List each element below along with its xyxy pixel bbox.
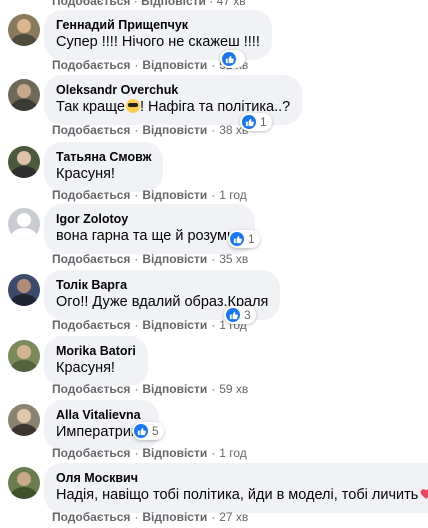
reply-link[interactable]: Відповісти — [141, 0, 206, 8]
comment-author[interactable]: Оля Москвич — [56, 470, 428, 486]
avatar[interactable] — [8, 274, 40, 306]
avatar[interactable] — [8, 79, 40, 111]
comment-author[interactable]: Morika Batori — [56, 343, 136, 359]
timestamp[interactable]: 1 год — [219, 188, 247, 202]
comment-actions: Подобається · Відповісти · 38 хв — [52, 123, 249, 137]
like-reaction-icon — [242, 115, 256, 129]
comment-actions: Подобається · Відповісти · 35 хв — [52, 252, 249, 266]
comment-author[interactable]: Igor Zolotoy — [56, 211, 243, 227]
reply-link[interactable]: Відповісти — [142, 188, 207, 202]
reaction-number: 5 — [152, 424, 159, 438]
comment-actions: Подобається · Відповісти · 1 год — [52, 446, 247, 460]
comment-actions: Подобається · Відповісти · 1 год — [52, 188, 247, 202]
comment-actions: Подобається · Відповісти · 59 хв — [52, 382, 249, 396]
comment-bubble: Оля Москвич Надія, навіщо тобі політика,… — [44, 463, 428, 513]
reply-link[interactable]: Відповісти — [142, 446, 207, 460]
comment-text: вона гарна та ще й розумна — [56, 228, 244, 244]
comment-actions: Подобається · Відповісти · 27 хв — [52, 510, 249, 524]
comment-bubble: Morika Batori Красуня! — [44, 336, 148, 386]
avatar[interactable] — [8, 14, 40, 46]
reaction-count[interactable]: 1 — [240, 113, 272, 131]
timestamp[interactable]: 27 хв — [219, 510, 248, 524]
comment-actions: Подобається · Відповісти · 1 год — [52, 318, 247, 332]
reply-link[interactable]: Відповісти — [142, 123, 207, 137]
reply-link[interactable]: Відповісти — [142, 252, 207, 266]
avatar[interactable] — [8, 467, 40, 499]
like-reaction-icon — [226, 308, 240, 322]
comment-author[interactable]: Геннадий Прищепчук — [56, 17, 260, 33]
timestamp[interactable]: 35 хв — [219, 252, 248, 266]
comment-bubble: Igor Zolotoy вона гарна та ще й розумна — [44, 204, 256, 254]
comment-bubble: Татьяна Смовж Красуня! — [44, 142, 164, 192]
like-link[interactable]: Подобається — [52, 58, 130, 72]
like-reaction-icon — [134, 424, 148, 438]
like-reaction-icon — [230, 232, 244, 246]
avatar[interactable] — [8, 146, 40, 178]
comment-actions: Подобається·Відповісти·52 хв — [52, 58, 248, 72]
heart-emoji-icon — [420, 487, 428, 499]
timestamp[interactable]: 47 хв — [217, 0, 246, 8]
avatar[interactable] — [8, 404, 40, 436]
timestamp[interactable]: 59 хв — [219, 382, 248, 396]
timestamp[interactable]: 1 год — [219, 446, 247, 460]
comment-text: Красуня! — [56, 166, 115, 182]
previous-comment-actions: Подобається · Відповісти · 47 хв — [52, 0, 246, 8]
reaction-count[interactable]: 5 — [132, 422, 164, 440]
reaction-number: 1 — [260, 115, 267, 129]
reaction-number: 3 — [244, 308, 251, 322]
reply-link[interactable]: Відповісти — [142, 510, 207, 524]
like-link[interactable]: Подобається — [52, 446, 130, 460]
reply-link[interactable]: Відповісти — [142, 58, 207, 72]
like-reaction-icon — [222, 52, 236, 66]
like-link[interactable]: Подобається — [52, 318, 130, 332]
reply-link[interactable]: Відповісти — [142, 382, 207, 396]
comment-author[interactable]: Alla Vitalievna — [56, 407, 147, 423]
sunglasses-emoji-icon — [125, 99, 140, 113]
comment-text: Красуня! — [56, 360, 115, 376]
reaction-number: 1 — [248, 232, 255, 246]
reaction-count[interactable]: 1 — [228, 230, 260, 248]
avatar[interactable] — [8, 208, 40, 240]
like-link[interactable]: Подобається — [52, 510, 130, 524]
comment-author[interactable]: Oleksandr Overchuk — [56, 82, 290, 98]
comment-author[interactable]: Толік Варга — [56, 277, 268, 293]
avatar[interactable] — [8, 340, 40, 372]
like-link[interactable]: Подобається — [52, 0, 130, 8]
comment-author[interactable]: Татьяна Смовж — [56, 149, 151, 165]
like-link[interactable]: Подобається — [52, 382, 130, 396]
reaction-count[interactable] — [220, 50, 245, 68]
like-link[interactable]: Подобається — [52, 123, 130, 137]
like-link[interactable]: Подобається — [52, 188, 130, 202]
reply-link[interactable]: Відповісти — [142, 318, 207, 332]
comment-text: Надія, навіщо тобі політика, йди в модел… — [56, 486, 428, 505]
like-link[interactable]: Подобається — [52, 252, 130, 266]
reaction-count[interactable]: 3 — [224, 306, 256, 324]
